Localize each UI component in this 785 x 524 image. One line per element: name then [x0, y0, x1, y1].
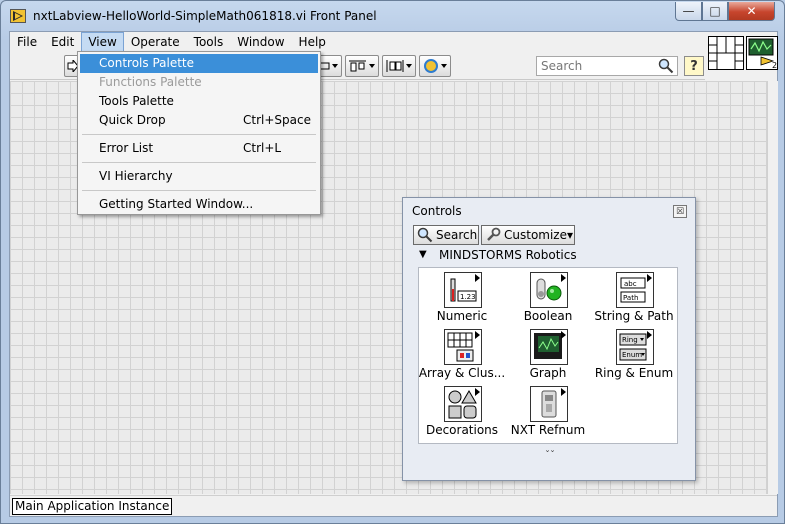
- menu-view[interactable]: View: [81, 32, 124, 52]
- wrench-icon: [487, 227, 501, 241]
- vertical-scrollbar[interactable]: [767, 81, 778, 494]
- view-menu-tools-palette[interactable]: Tools Palette: [80, 92, 318, 111]
- menu-item-label: VI Hierarchy: [99, 169, 173, 183]
- connector-pane[interactable]: [708, 36, 744, 70]
- context-help-button[interactable]: ?: [684, 56, 704, 76]
- reorder-icon: [424, 59, 447, 73]
- align-objects-dropdown[interactable]: [345, 55, 379, 77]
- menu-window[interactable]: Window: [230, 32, 291, 52]
- palette-item-numeric[interactable]: 1.23 Numeric: [419, 268, 505, 325]
- application-instance-label[interactable]: Main Application Instance: [12, 498, 173, 515]
- view-menu-vi-hierarchy[interactable]: VI Hierarchy: [80, 167, 318, 186]
- palette-search-button[interactable]: Search: [413, 225, 479, 245]
- palette-item-graph[interactable]: Graph: [505, 325, 591, 382]
- menu-edit[interactable]: Edit: [44, 32, 81, 52]
- close-button[interactable]: ✕: [728, 2, 775, 21]
- menu-tools[interactable]: Tools: [187, 32, 231, 52]
- view-menu-quick-drop[interactable]: Quick Drop Ctrl+Space: [80, 111, 318, 130]
- search-box[interactable]: [536, 56, 678, 76]
- labview-front-panel-window: nxtLabview-HelloWorld-SimpleMath061818.v…: [0, 0, 785, 524]
- menu-item-label: Controls Palette: [99, 56, 195, 70]
- menu-item-label: Error List: [99, 141, 154, 155]
- svg-text:1.23: 1.23: [460, 293, 476, 301]
- palette-customize-button[interactable]: Customize▾: [481, 225, 575, 245]
- palette-close-button[interactable]: ☒: [673, 205, 687, 218]
- nxt-refnum-icon: [530, 386, 568, 422]
- decorations-icon: [444, 386, 482, 422]
- search-icon[interactable]: [658, 58, 674, 74]
- labview-app-icon: [10, 9, 26, 23]
- string-path-icon: abc Path: [616, 272, 654, 308]
- distribute-objects-dropdown[interactable]: [382, 55, 416, 77]
- numeric-icon: 1.23: [444, 272, 482, 308]
- boolean-icon: [530, 272, 568, 308]
- menu-item-label: Getting Started Window...: [99, 197, 254, 211]
- view-menu-controls-palette[interactable]: Controls Palette: [80, 54, 318, 73]
- menu-separator: [82, 134, 316, 135]
- menu-bar: File Edit View Operate Tools Window Help: [10, 32, 777, 52]
- connector-pane-number: 2: [772, 61, 777, 69]
- ring-enum-icon: Ring Enum: [616, 329, 654, 365]
- controls-palette: Controls ☒ Search Customize▾ ▼ MINDSTORM…: [402, 197, 696, 481]
- palette-title: Controls: [412, 204, 462, 218]
- palette-item-string-path[interactable]: abc Path String & Path: [591, 268, 677, 325]
- connector-pane-icon: [709, 37, 743, 69]
- palette-item-label: String & Path: [594, 309, 674, 323]
- title-bar[interactable]: nxtLabview-HelloWorld-SimpleMath061818.v…: [1, 1, 784, 31]
- menu-operate[interactable]: Operate: [124, 32, 187, 52]
- scroll-more-chevron-icon[interactable]: ˇˇ: [545, 450, 555, 461]
- svg-text:Ring: Ring: [622, 336, 638, 344]
- menu-file[interactable]: File: [10, 32, 44, 52]
- collapse-arrow-icon: ▼: [419, 249, 427, 260]
- view-menu-getting-started-window[interactable]: Getting Started Window...: [80, 195, 318, 214]
- palette-category-header[interactable]: ▼ MINDSTORMS Robotics: [414, 248, 688, 265]
- menu-item-label: Quick Drop: [99, 113, 166, 127]
- view-menu-functions-palette: Functions Palette: [80, 73, 318, 92]
- palette-search-label: Search: [436, 228, 478, 242]
- search-input[interactable]: [541, 58, 651, 74]
- status-bar: Main Application Instance: [10, 495, 777, 516]
- maximize-button[interactable]: □: [702, 2, 728, 21]
- menu-help[interactable]: Help: [292, 32, 333, 52]
- graph-icon: [530, 329, 568, 365]
- palette-item-label: NXT Refnum: [510, 423, 586, 437]
- palette-item-boolean[interactable]: Boolean: [505, 268, 591, 325]
- window-title: nxtLabview-HelloWorld-SimpleMath061818.v…: [33, 9, 377, 23]
- menu-separator: [82, 162, 316, 163]
- palette-item-ring-enum[interactable]: Ring Enum Ring & Enum: [591, 325, 677, 382]
- menu-item-label: Functions Palette: [99, 75, 202, 89]
- view-menu-dropdown: Controls Palette Functions Palette Tools…: [77, 51, 321, 215]
- palette-item-decorations[interactable]: Decorations: [419, 382, 505, 439]
- search-icon: [417, 227, 433, 243]
- svg-text:Path: Path: [623, 294, 638, 302]
- palette-category-label: MINDSTORMS Robotics: [439, 248, 577, 262]
- array-cluster-icon: [444, 329, 482, 365]
- palette-item-nxt-refnum[interactable]: NXT Refnum: [505, 382, 591, 439]
- svg-text:Enum: Enum: [622, 351, 642, 359]
- minimize-button[interactable]: —: [675, 2, 702, 21]
- vi-icon[interactable]: 2: [746, 36, 778, 70]
- menu-separator: [82, 190, 316, 191]
- view-menu-error-list[interactable]: Error List Ctrl+L: [80, 139, 318, 158]
- menu-item-label: Tools Palette: [99, 94, 174, 108]
- nxt-vi-icon: 2: [748, 38, 777, 70]
- align-objects-icon: [349, 60, 375, 72]
- text-settings-icon: [319, 62, 338, 70]
- menu-item-shortcut: Ctrl+L: [243, 141, 282, 155]
- svg-text:abc: abc: [624, 280, 637, 288]
- palette-customize-label: Customize▾: [504, 228, 574, 242]
- reorder-dropdown[interactable]: [419, 55, 451, 77]
- palette-item-label: Ring & Enum: [594, 366, 674, 380]
- distribute-objects-icon: [386, 60, 412, 72]
- palette-item-array-cluster[interactable]: Array & Clus...: [419, 325, 505, 382]
- menu-item-shortcut: Ctrl+Space: [243, 113, 311, 127]
- palette-subpalette-grid: 1.23 Numeric Boolean abc Path String & Pa…: [418, 267, 678, 444]
